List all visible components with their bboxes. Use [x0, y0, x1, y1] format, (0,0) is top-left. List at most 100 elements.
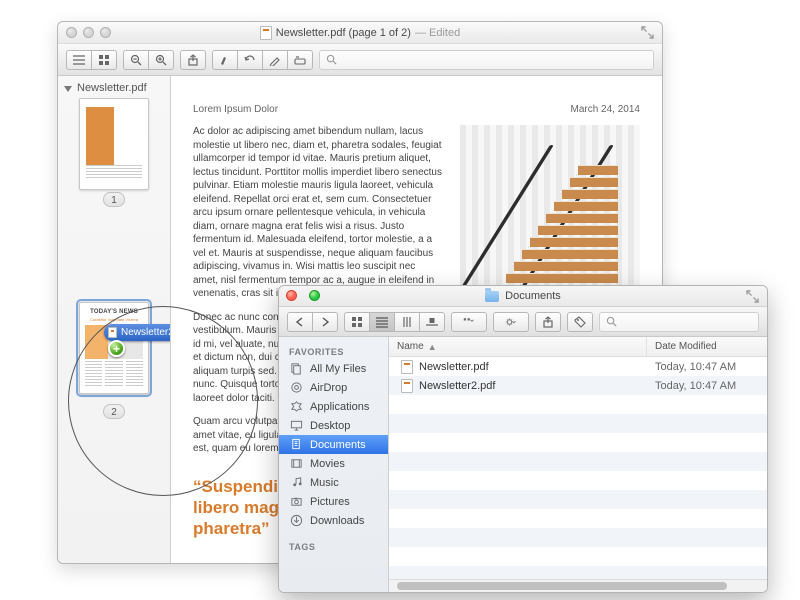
- sidebar-item-applications[interactable]: Applications: [279, 397, 388, 416]
- downloads-icon: [289, 514, 303, 527]
- share-button[interactable]: [180, 50, 206, 70]
- preview-titlebar[interactable]: Newsletter.pdf (page 1 of 2) — Edited: [58, 22, 662, 44]
- document-icon: [108, 327, 117, 338]
- file-row[interactable]: Newsletter.pdf Today, 10:47 AM: [389, 357, 767, 376]
- zoom-out-button[interactable]: [123, 50, 149, 70]
- music-icon: [289, 476, 303, 489]
- sidebar-item-music[interactable]: Music: [279, 473, 388, 492]
- zoom-button[interactable]: [100, 27, 111, 38]
- share-button[interactable]: [535, 312, 561, 332]
- sidebar-item-movies[interactable]: Movies: [279, 454, 388, 473]
- disclosure-triangle-icon[interactable]: [64, 86, 72, 92]
- document-proxy-icon[interactable]: [260, 26, 272, 40]
- doc-paragraph-1: Ac dolor ac adipiscing amet bibendum nul…: [193, 125, 442, 301]
- sidebar-item-label: Movies: [310, 458, 345, 470]
- tags-button[interactable]: [567, 312, 593, 332]
- sidebar-item-label: Music: [310, 477, 339, 489]
- sidebar-item-airdrop[interactable]: AirDrop: [279, 378, 388, 397]
- thumbnail-sidebar: Newsletter.pdf 1 TODAY'S NEWS Curabitur …: [58, 76, 171, 563]
- column-date[interactable]: Date Modified: [647, 337, 767, 356]
- rotate-button[interactable]: [237, 50, 263, 70]
- folder-icon: [485, 291, 499, 302]
- sidebar-title[interactable]: Newsletter.pdf: [64, 82, 164, 94]
- view-list-button[interactable]: [66, 50, 92, 70]
- scrollbar-thumb[interactable]: [397, 582, 727, 590]
- finder-window: Documents: [278, 285, 768, 593]
- documents-icon: [289, 438, 303, 451]
- thumb2-subheading: Curabitur Vulputate Viverra Pede: [85, 317, 143, 321]
- column-view-button[interactable]: [394, 312, 420, 332]
- sidebar-item-documents[interactable]: Documents: [279, 435, 388, 454]
- close-button[interactable]: [286, 290, 297, 301]
- sort-asc-icon: ▲: [428, 342, 437, 352]
- sidebar-item-pictures[interactable]: Pictures: [279, 492, 388, 511]
- minimize-button[interactable]: [83, 27, 94, 38]
- arrange-button[interactable]: [451, 312, 487, 332]
- search-icon: [606, 316, 617, 327]
- sidebar-item-downloads[interactable]: Downloads: [279, 511, 388, 530]
- finder-toolbar: [279, 307, 767, 337]
- file-name: Newsletter.pdf: [419, 361, 489, 373]
- movies-icon: [289, 457, 303, 470]
- document-icon: [401, 379, 413, 393]
- all-files-icon: [289, 362, 303, 375]
- tags-heading: TAGS: [279, 538, 388, 554]
- sidebar-item-label: Downloads: [310, 515, 364, 527]
- page-number-1: 1: [103, 192, 125, 207]
- window-title-suffix: — Edited: [415, 27, 460, 39]
- list-view-button[interactable]: [369, 312, 395, 332]
- close-button[interactable]: [66, 27, 77, 38]
- sidebar-item-all-my-files[interactable]: All My Files: [279, 359, 388, 378]
- sidebar-title-label: Newsletter.pdf: [77, 82, 147, 94]
- sidebar-item-label: Pictures: [310, 496, 350, 508]
- sidebar-item-label: AirDrop: [310, 382, 347, 394]
- zoom-button[interactable]: [309, 290, 320, 301]
- action-button[interactable]: [493, 312, 529, 332]
- icon-view-button[interactable]: [344, 312, 370, 332]
- drag-item-badge[interactable]: Newsletter2.pdf: [104, 324, 171, 341]
- page-thumbnail-1[interactable]: [79, 98, 149, 190]
- window-title: Newsletter.pdf (page 1 of 2): [276, 27, 411, 39]
- view-thumbnails-button[interactable]: [91, 50, 117, 70]
- doc-image: [460, 125, 640, 295]
- back-button[interactable]: [287, 312, 313, 332]
- favorites-heading: FAVORITES: [279, 343, 388, 359]
- drag-item-label: Newsletter2.pdf: [121, 327, 171, 338]
- column-name[interactable]: Name ▲: [389, 337, 647, 356]
- search-field[interactable]: [599, 312, 759, 332]
- copy-plus-icon: [108, 340, 125, 357]
- file-date: Today, 10:47 AM: [647, 361, 767, 373]
- airdrop-icon: [289, 381, 303, 394]
- zoom-in-button[interactable]: [148, 50, 174, 70]
- column-date-label: Date Modified: [655, 341, 717, 352]
- desktop-icon: [289, 419, 303, 432]
- doc-header-left: Lorem Ipsum Dolor: [193, 104, 278, 115]
- finder-sidebar: FAVORITES All My Files AirDrop Applicati…: [279, 337, 389, 592]
- file-row[interactable]: Newsletter2.pdf Today, 10:47 AM: [389, 376, 767, 395]
- document-icon: [401, 360, 413, 374]
- highlight-button[interactable]: [212, 50, 238, 70]
- coverflow-view-button[interactable]: [419, 312, 445, 332]
- preview-toolbar: [58, 44, 662, 76]
- search-field[interactable]: [319, 50, 654, 70]
- list-header[interactable]: Name ▲ Date Modified: [389, 337, 767, 357]
- file-name: Newsletter2.pdf: [419, 380, 495, 392]
- search-icon: [326, 54, 337, 65]
- doc-header-right: March 24, 2014: [571, 104, 641, 115]
- sidebar-item-label: Desktop: [310, 420, 350, 432]
- sidebar-item-label: Documents: [310, 439, 366, 451]
- fullscreen-icon[interactable]: [641, 26, 654, 39]
- edit-toolbar-button[interactable]: [287, 50, 313, 70]
- finder-titlebar[interactable]: Documents: [279, 286, 767, 307]
- page-number-2: 2: [103, 404, 125, 419]
- sidebar-item-label: Applications: [310, 401, 369, 413]
- horizontal-scrollbar[interactable]: [389, 579, 767, 592]
- forward-button[interactable]: [312, 312, 338, 332]
- sidebar-item-label: All My Files: [310, 363, 366, 375]
- fullscreen-icon[interactable]: [746, 290, 759, 303]
- pictures-icon: [289, 495, 303, 508]
- markup-button[interactable]: [262, 50, 288, 70]
- sidebar-item-desktop[interactable]: Desktop: [279, 416, 388, 435]
- finder-title: Documents: [505, 290, 561, 302]
- file-list[interactable]: Newsletter.pdf Today, 10:47 AM Newslette…: [389, 357, 767, 579]
